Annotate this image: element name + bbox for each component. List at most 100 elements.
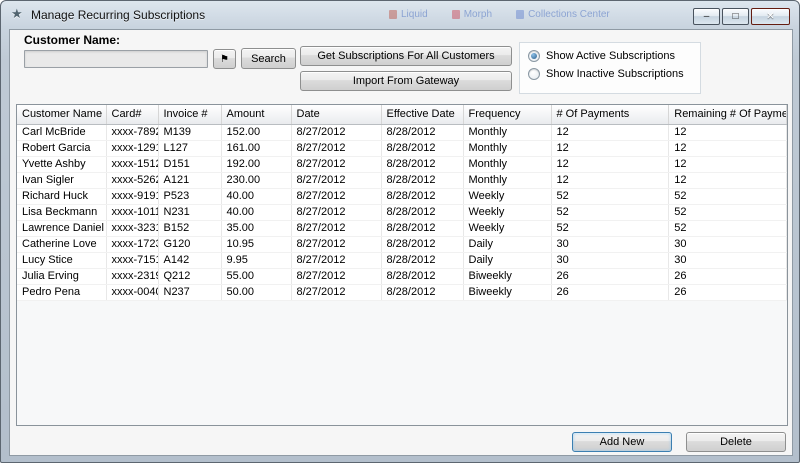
cell-frequency[interactable]: Weekly (463, 220, 551, 236)
cell-date[interactable]: 8/27/2012 (291, 156, 381, 172)
cell-card-number[interactable]: xxxx-0040 (106, 284, 158, 300)
cell-frequency[interactable]: Biweekly (463, 268, 551, 284)
cell-card-number[interactable]: xxxx-7892 (106, 124, 158, 140)
cell-remaining-payments[interactable]: 52 (669, 188, 787, 204)
table-row[interactable]: Pedro Pena xxxx-0040 N237 50.00 8/27/201… (17, 284, 787, 300)
cell-effective-date[interactable]: 8/28/2012 (381, 220, 463, 236)
column-header[interactable]: Frequency (463, 105, 551, 124)
cell-card-number[interactable]: xxxx-5262 (106, 172, 158, 188)
clear-filter-button[interactable]: ⚑ (213, 49, 236, 69)
cell-card-number[interactable]: xxxx-1291 (106, 140, 158, 156)
cell-frequency[interactable]: Weekly (463, 204, 551, 220)
cell-effective-date[interactable]: 8/28/2012 (381, 188, 463, 204)
cell-frequency[interactable]: Monthly (463, 172, 551, 188)
cell-date[interactable]: 8/27/2012 (291, 284, 381, 300)
cell-effective-date[interactable]: 8/28/2012 (381, 172, 463, 188)
cell-customer-name[interactable]: Catherine Love (17, 236, 106, 252)
search-button[interactable]: Search (241, 48, 296, 69)
cell-invoice[interactable]: B152 (158, 220, 221, 236)
cell-remaining-payments[interactable]: 12 (669, 156, 787, 172)
cell-invoice[interactable]: Q212 (158, 268, 221, 284)
cell-customer-name[interactable]: Yvette Ashby (17, 156, 106, 172)
cell-card-number[interactable]: xxxx-1512 (106, 156, 158, 172)
cell-payments[interactable]: 12 (551, 124, 669, 140)
cell-remaining-payments[interactable]: 26 (669, 284, 787, 300)
cell-invoice[interactable]: L127 (158, 140, 221, 156)
cell-frequency[interactable]: Weekly (463, 188, 551, 204)
cell-effective-date[interactable]: 8/28/2012 (381, 252, 463, 268)
cell-payments[interactable]: 30 (551, 236, 669, 252)
cell-amount[interactable]: 35.00 (221, 220, 291, 236)
get-all-subscriptions-button[interactable]: Get Subscriptions For All Customers (300, 46, 512, 66)
column-header[interactable]: Date (291, 105, 381, 124)
cell-customer-name[interactable]: Carl McBride (17, 124, 106, 140)
cell-amount[interactable]: 152.00 (221, 124, 291, 140)
cell-date[interactable]: 8/27/2012 (291, 124, 381, 140)
cell-payments[interactable]: 52 (551, 204, 669, 220)
table-row[interactable]: Carl McBride xxxx-7892 M139 152.00 8/27/… (17, 124, 787, 140)
cell-date[interactable]: 8/27/2012 (291, 220, 381, 236)
cell-invoice[interactable]: D151 (158, 156, 221, 172)
cell-effective-date[interactable]: 8/28/2012 (381, 204, 463, 220)
table-row[interactable]: Yvette Ashby xxxx-1512 D151 192.00 8/27/… (17, 156, 787, 172)
cell-remaining-payments[interactable]: 52 (669, 220, 787, 236)
cell-effective-date[interactable]: 8/28/2012 (381, 268, 463, 284)
cell-frequency[interactable]: Daily (463, 252, 551, 268)
cell-customer-name[interactable]: Julia Erving (17, 268, 106, 284)
titlebar[interactable]: ★ Manage Recurring Subscriptions Liquid … (1, 1, 799, 29)
cell-date[interactable]: 8/27/2012 (291, 236, 381, 252)
radio-show-active[interactable]: Show Active Subscriptions (528, 50, 692, 62)
delete-button[interactable]: Delete (686, 432, 786, 452)
cell-remaining-payments[interactable]: 30 (669, 236, 787, 252)
cell-payments[interactable]: 12 (551, 172, 669, 188)
cell-amount[interactable]: 9.95 (221, 252, 291, 268)
cell-frequency[interactable]: Monthly (463, 124, 551, 140)
cell-invoice[interactable]: M139 (158, 124, 221, 140)
cell-amount[interactable]: 10.95 (221, 236, 291, 252)
cell-effective-date[interactable]: 8/28/2012 (381, 236, 463, 252)
cell-payments[interactable]: 52 (551, 220, 669, 236)
cell-date[interactable]: 8/27/2012 (291, 188, 381, 204)
radio-show-inactive[interactable]: Show Inactive Subscriptions (528, 68, 692, 80)
cell-invoice[interactable]: G120 (158, 236, 221, 252)
table-row[interactable]: Robert Garcia xxxx-1291 L127 161.00 8/27… (17, 140, 787, 156)
cell-date[interactable]: 8/27/2012 (291, 172, 381, 188)
cell-payments[interactable]: 12 (551, 156, 669, 172)
column-header[interactable]: Customer Name (17, 105, 106, 124)
cell-card-number[interactable]: xxxx-7151 (106, 252, 158, 268)
cell-effective-date[interactable]: 8/28/2012 (381, 124, 463, 140)
cell-card-number[interactable]: xxxx-3231 (106, 220, 158, 236)
cell-customer-name[interactable]: Richard Huck (17, 188, 106, 204)
cell-remaining-payments[interactable]: 30 (669, 252, 787, 268)
close-button[interactable]: ✕ (751, 8, 790, 25)
cell-frequency[interactable]: Biweekly (463, 284, 551, 300)
cell-effective-date[interactable]: 8/28/2012 (381, 140, 463, 156)
cell-date[interactable]: 8/27/2012 (291, 204, 381, 220)
cell-remaining-payments[interactable]: 12 (669, 172, 787, 188)
cell-payments[interactable]: 26 (551, 268, 669, 284)
cell-amount[interactable]: 55.00 (221, 268, 291, 284)
cell-invoice[interactable]: P523 (158, 188, 221, 204)
cell-customer-name[interactable]: Ivan Sigler (17, 172, 106, 188)
cell-amount[interactable]: 230.00 (221, 172, 291, 188)
cell-invoice[interactable]: A142 (158, 252, 221, 268)
cell-amount[interactable]: 40.00 (221, 188, 291, 204)
column-header[interactable]: # Of Payments (551, 105, 669, 124)
cell-amount[interactable]: 192.00 (221, 156, 291, 172)
cell-effective-date[interactable]: 8/28/2012 (381, 284, 463, 300)
import-from-gateway-button[interactable]: Import From Gateway (300, 71, 512, 91)
column-header[interactable]: Effective Date (381, 105, 463, 124)
table-row[interactable]: Lisa Beckmann xxxx-1011 N231 40.00 8/27/… (17, 204, 787, 220)
cell-amount[interactable]: 50.00 (221, 284, 291, 300)
cell-customer-name[interactable]: Lucy Stice (17, 252, 106, 268)
column-header[interactable]: Card# (106, 105, 158, 124)
cell-payments[interactable]: 26 (551, 284, 669, 300)
cell-date[interactable]: 8/27/2012 (291, 252, 381, 268)
cell-amount[interactable]: 40.00 (221, 204, 291, 220)
cell-effective-date[interactable]: 8/28/2012 (381, 156, 463, 172)
column-header[interactable]: Invoice # (158, 105, 221, 124)
cell-remaining-payments[interactable]: 26 (669, 268, 787, 284)
cell-card-number[interactable]: xxxx-2319 (106, 268, 158, 284)
cell-frequency[interactable]: Monthly (463, 140, 551, 156)
table-row[interactable]: Catherine Love xxxx-1723 G120 10.95 8/27… (17, 236, 787, 252)
